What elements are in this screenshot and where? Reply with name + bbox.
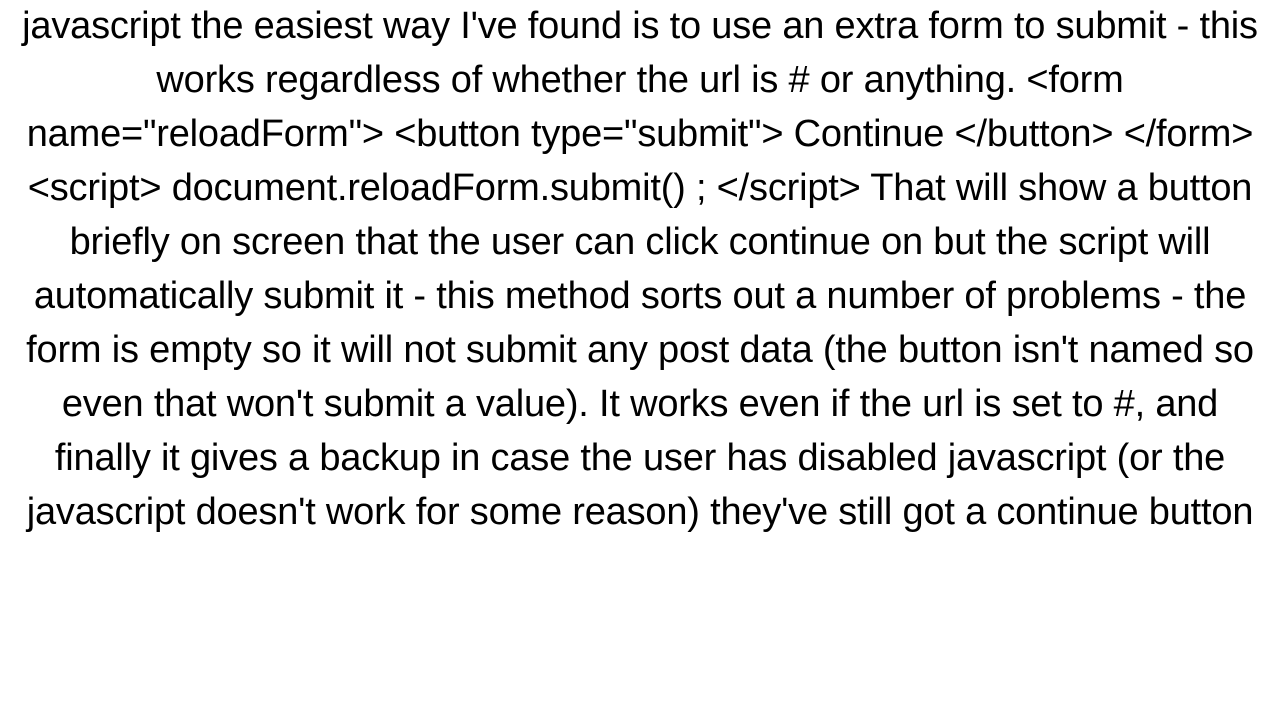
document-body: javascript the easiest way I've found is… bbox=[0, 0, 1280, 540]
